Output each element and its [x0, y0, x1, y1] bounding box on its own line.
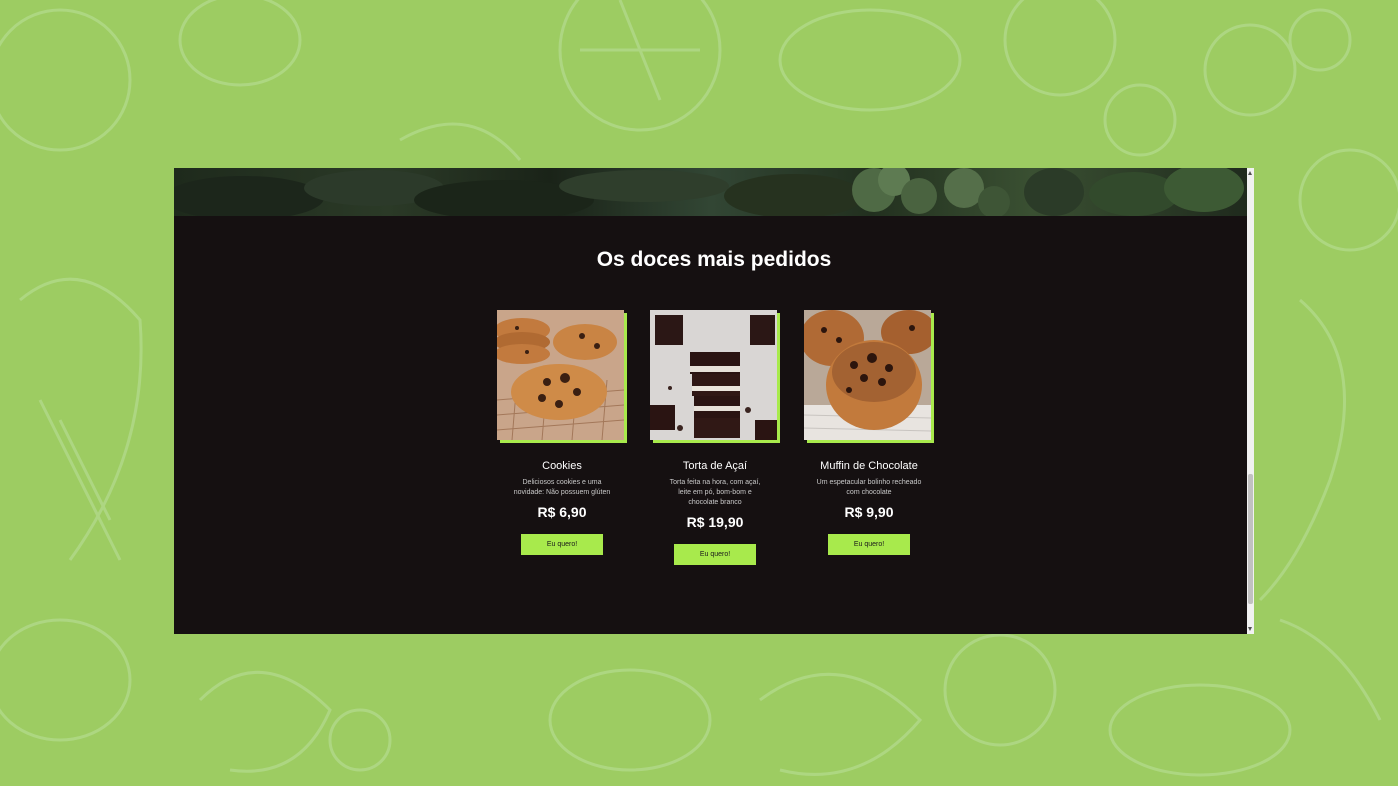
eu-quero-button[interactable]: Eu quero!: [521, 534, 603, 555]
eu-quero-button[interactable]: Eu quero!: [674, 544, 756, 565]
product-price: R$ 19,90: [686, 514, 744, 530]
product-price: R$ 9,90: [844, 504, 894, 520]
product-photo-frame: [804, 310, 934, 443]
product-card: Torta de Açaí Torta feita na hora, com a…: [650, 310, 780, 565]
product-name: Muffin de Chocolate: [820, 460, 918, 472]
scroll-down-arrow-icon[interactable]: [1248, 627, 1252, 631]
cookies-photo: [497, 310, 624, 440]
product-description: Deliciosos cookies e uma novidade: Não p…: [513, 479, 611, 496]
section-title: Os doces mais pedidos: [596, 248, 832, 271]
product-price: R$ 6,90: [537, 504, 587, 520]
product-description: Torta feita na hora, com açaí, leite em …: [669, 479, 761, 506]
product-card: Muffin de Chocolate Um espetacular bolin…: [804, 310, 934, 555]
product-name: Cookies: [542, 460, 582, 472]
scrollbar-thumb[interactable]: [1248, 474, 1253, 604]
product-photo-frame: [650, 310, 780, 443]
product-description: Um espetacular bolinho recheado com choc…: [816, 479, 922, 496]
product-name: Torta de Açaí: [682, 460, 748, 472]
chocolate-muffin-photo: [804, 310, 931, 440]
acai-pie-photo: [650, 310, 777, 440]
eu-quero-button[interactable]: Eu quero!: [828, 534, 910, 555]
browser-window: Os doces mais pedidos Cookies Deliciosos…: [174, 168, 1254, 634]
vegetables-banner-image: [174, 168, 1247, 216]
product-photo-frame: [497, 310, 627, 443]
scroll-up-arrow-icon[interactable]: [1248, 171, 1252, 175]
product-card: Cookies Deliciosos cookies e uma novidad…: [497, 310, 627, 555]
